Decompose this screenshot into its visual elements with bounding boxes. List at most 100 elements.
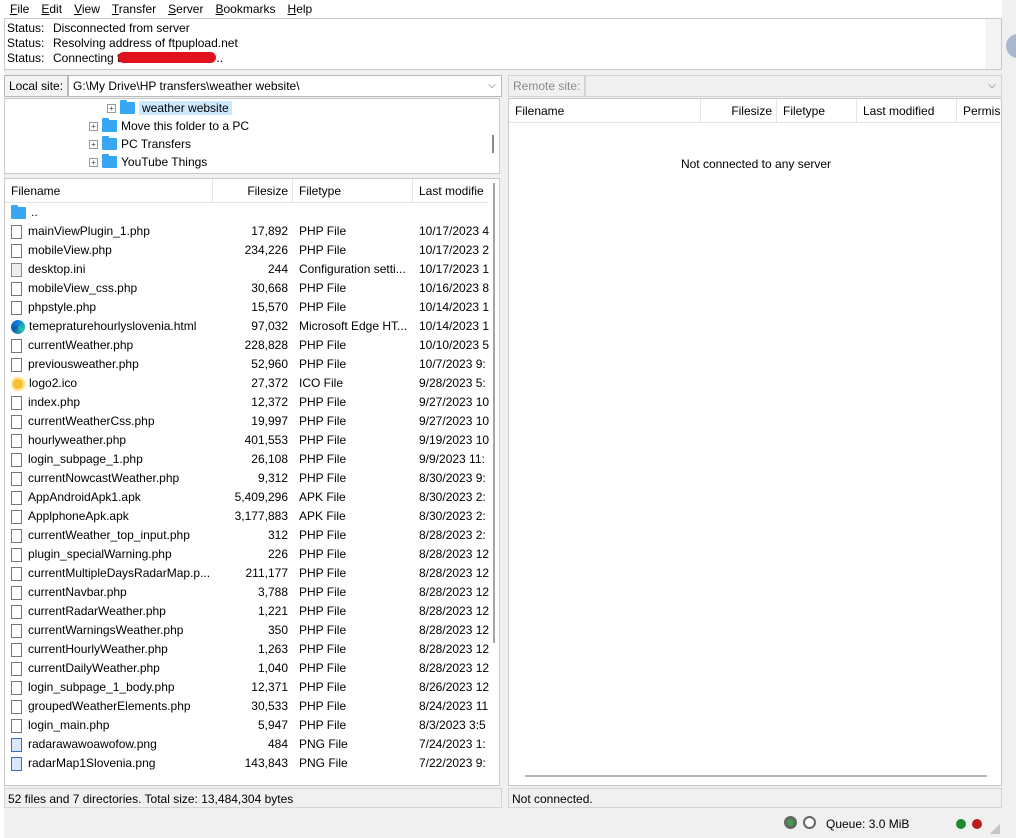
table-row[interactable]: login_main.php 5,947 PHP File 8/3/2023 3:5: [5, 716, 489, 735]
file-size-cell: 3,788: [257, 585, 288, 599]
folder-icon: [102, 154, 117, 168]
menu-item-help[interactable]: Help: [282, 0, 319, 18]
file-type-cell: PHP File: [299, 547, 347, 561]
tree-scrollbar-thumb[interactable]: [492, 135, 494, 153]
table-row[interactable]: ..: [5, 203, 489, 222]
table-row[interactable]: currentMultipleDaysRadarMap.p... 211,177 P…: [5, 564, 489, 583]
menu-item-edit[interactable]: Edit: [35, 0, 68, 18]
menu-item-file[interactable]: File: [4, 0, 35, 18]
column-header-filesize[interactable]: Filesize: [213, 179, 293, 203]
tree-item-youtube-things[interactable]: + YouTube Things: [89, 153, 207, 171]
file-name-cell: radarawawoawofow.png: [11, 735, 216, 754]
resize-grip-icon[interactable]: [990, 824, 1000, 834]
table-row[interactable]: ApplphoneApk.apk 3,177,883 APK File 8/30/20…: [5, 507, 489, 526]
log-scrollbar[interactable]: [985, 19, 1001, 69]
local-site-path-combo[interactable]: G:\My Drive\HP transfers\weather website…: [68, 75, 502, 97]
chevron-down-icon[interactable]: ⌵: [485, 76, 499, 96]
file-modified-cell: 8/3/2023 3:5: [419, 718, 486, 732]
table-row[interactable]: currentWeather.php 228,828 PHP File 10/10/2…: [5, 336, 489, 355]
file-type-cell: Microsoft Edge HT...: [299, 319, 408, 333]
table-row[interactable]: mobileView_css.php 30,668 PHP File 10/16/20…: [5, 279, 489, 298]
expand-icon[interactable]: +: [89, 157, 98, 167]
table-row[interactable]: currentWeatherCss.php 19,997 PHP File 9/27/…: [5, 412, 489, 431]
table-row[interactable]: mainViewPlugin_1.php 17,892 PHP File 10/17/…: [5, 222, 489, 241]
local-file-list[interactable]: Filename Filesize Filetype Last modifie …: [4, 178, 500, 786]
column-header-last-modified[interactable]: Last modified: [857, 99, 957, 123]
table-row[interactable]: currentRadarWeather.php 1,221 PHP File 8/28…: [5, 602, 489, 621]
expand-icon[interactable]: +: [89, 139, 98, 149]
table-row[interactable]: previousweather.php 52,960 PHP File 10/7/20…: [5, 355, 489, 374]
tree-item-weather-website[interactable]: + weather website: [107, 99, 232, 117]
table-row[interactable]: currentNowcastWeather.php 9,312 PHP File 8/…: [5, 469, 489, 488]
local-directory-tree[interactable]: + weather website + Move this folder to …: [4, 98, 500, 174]
table-row[interactable]: radarMap1Slovenia.png 143,843 PNG File 7/22…: [5, 754, 489, 773]
table-row[interactable]: login_subpage_1.php 26,108 PHP File 9/9/202…: [5, 450, 489, 469]
expand-icon[interactable]: +: [89, 121, 98, 131]
remote-site-bar: Remote site: ⌵: [508, 74, 1002, 98]
gear-icon[interactable]: [784, 816, 797, 829]
tree-item-pc-transfers[interactable]: + PC Transfers: [89, 135, 191, 153]
table-row[interactable]: groupedWeatherElements.php 30,533 PHP File…: [5, 697, 489, 716]
remote-file-list[interactable]: Filename ⌃ Filesize Filetype Last modifi…: [508, 98, 1002, 786]
table-row[interactable]: currentWeather_top_input.php 312 PHP File 8…: [5, 526, 489, 545]
file-type-cell: PHP File: [299, 433, 347, 447]
column-header-filetype[interactable]: Filetype: [777, 99, 857, 123]
table-row[interactable]: phpstyle.php 15,570 PHP File 10/14/2023 1: [5, 298, 489, 317]
tree-item-move-folder[interactable]: + Move this folder to a PC: [89, 117, 249, 135]
speed-limit-icon[interactable]: [803, 816, 816, 829]
sort-ascending-icon: ⌃: [601, 98, 609, 103]
remote-list-header: Filename ⌃ Filesize Filetype Last modifi…: [509, 98, 1001, 123]
menu-item-server[interactable]: Server: [162, 0, 209, 18]
remote-site-path-combo[interactable]: ⌵: [585, 75, 1002, 97]
file-name-cell: index.php: [11, 393, 216, 412]
table-row[interactable]: currentWarningsWeather.php 350 PHP File 8/2…: [5, 621, 489, 640]
file-size-cell: 19,997: [251, 414, 288, 428]
remote-summary: Not connected.: [508, 788, 1002, 808]
table-row[interactable]: index.php 12,372 PHP File 9/27/2023 10: [5, 393, 489, 412]
column-header-permissions[interactable]: Permiss: [957, 99, 1001, 123]
local-list-scrollbar[interactable]: [489, 179, 499, 785]
local-summary: 52 files and 7 directories. Total size: …: [4, 788, 502, 808]
file-size-cell: 244: [267, 262, 288, 276]
menu-item-view[interactable]: View: [68, 0, 106, 18]
column-header-filename[interactable]: Filename: [5, 179, 213, 203]
table-row[interactable]: AppAndroidApk1.apk 5,409,296 APK File 8/30/…: [5, 488, 489, 507]
remote-horizontal-scrollbar[interactable]: [525, 775, 987, 777]
file-name-cell: login_subpage_1_body.php: [11, 678, 216, 697]
file-icon: [11, 547, 22, 562]
log-line: Status: Resolving address of ftpupload.ne…: [7, 36, 238, 50]
local-list-scrollbar-thumb[interactable]: [493, 183, 495, 643]
table-row[interactable]: logo2.ico 27,372 ICO File 9/28/2023 5:: [5, 374, 489, 393]
file-size-cell: 312: [267, 528, 288, 542]
table-row[interactable]: radarawawoawofow.png 484 PNG File 7/24/2023…: [5, 735, 489, 754]
menu-item-transfer[interactable]: Transfer: [106, 0, 162, 18]
tree-scrollbar[interactable]: [485, 99, 499, 173]
column-header-filetype[interactable]: Filetype: [293, 179, 413, 203]
file-modified-cell: 9/28/2023 5:: [419, 376, 486, 390]
table-row[interactable]: currentHourlyWeather.php 1,263 PHP File 8/2…: [5, 640, 489, 659]
file-size-cell: 226: [267, 547, 288, 561]
expand-icon[interactable]: +: [107, 103, 116, 113]
table-row[interactable]: desktop.ini 244 Configuration setti... 10/1…: [5, 260, 489, 279]
column-header-filesize[interactable]: Filesize: [701, 99, 777, 123]
table-row[interactable]: temepraturehourlyslovenia.html 97,032 Micr…: [5, 317, 489, 336]
table-row[interactable]: currentDailyWeather.php 1,040 PHP File 8/28…: [5, 659, 489, 678]
table-row[interactable]: hourlyweather.php 401,553 PHP File 9/19/202…: [5, 431, 489, 450]
column-header-last-modified[interactable]: Last modifie: [413, 179, 491, 203]
file-icon: [11, 699, 22, 714]
file-modified-cell: 7/22/2023 9:: [419, 756, 486, 770]
image-file-icon: [11, 756, 22, 771]
file-icon: [11, 414, 22, 429]
chevron-down-icon[interactable]: ⌵: [985, 76, 999, 96]
menu-item-bookmarks[interactable]: Bookmarks: [209, 0, 281, 18]
file-icon: [11, 585, 22, 600]
table-row[interactable]: login_subpage_1_body.php 12,371 PHP File 8/…: [5, 678, 489, 697]
table-row[interactable]: plugin_specialWarning.php 226 PHP File 8/28…: [5, 545, 489, 564]
file-name-cell: currentNowcastWeather.php: [11, 469, 216, 488]
status-bar: Queue: 3.0 MiB: [4, 810, 1002, 838]
file-modified-cell: 10/17/2023 2: [419, 243, 489, 257]
remote-empty-message: Not connected to any server: [680, 157, 832, 171]
table-row[interactable]: currentNavbar.php 3,788 PHP File 8/28/2023 …: [5, 583, 489, 602]
file-modified-cell: 10/14/2023 1: [419, 319, 489, 333]
table-row[interactable]: mobileView.php 234,226 PHP File 10/17/2023 …: [5, 241, 489, 260]
